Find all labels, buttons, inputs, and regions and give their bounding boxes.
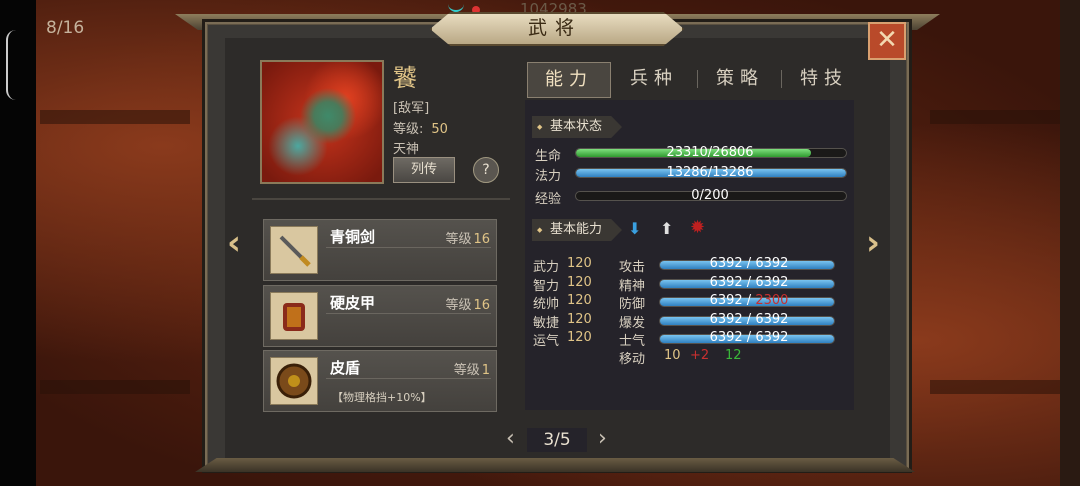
- tab-separator: [697, 70, 698, 88]
- next-hero-arrow-icon[interactable]: ›: [866, 226, 880, 260]
- combat-stat-value: 6392 / 6392: [709, 256, 789, 271]
- bg-stripe: [930, 380, 1070, 394]
- close-icon: ✕: [876, 25, 898, 55]
- mp-value: 13286/13286: [666, 165, 754, 180]
- bg-stripe: [40, 380, 190, 394]
- sword-icon: [270, 226, 318, 274]
- equipment-effect: 【物理格挡+10%】: [332, 391, 432, 404]
- frame-bottom-trim: [195, 458, 915, 472]
- hero-level-value: 50: [431, 122, 448, 137]
- tab-bar: 能力 兵种 策略 特技: [525, 62, 855, 98]
- divider: [252, 198, 510, 200]
- mp-label: 法力: [535, 169, 562, 184]
- hp-label: 生命: [535, 149, 562, 164]
- combat-stat-value: 6392 / 6392: [709, 330, 789, 345]
- attr-name: 智力: [533, 279, 560, 294]
- tab-troop-type[interactable]: 兵种: [613, 62, 695, 96]
- attr-name: 运气: [533, 334, 560, 349]
- close-button[interactable]: ✕: [868, 22, 906, 60]
- arrow-down-icon[interactable]: ⬇: [628, 219, 641, 238]
- combat-stat-value: 6392 / 6392: [709, 275, 789, 290]
- bg-stripe: [930, 110, 1070, 124]
- combat-stat-value: 6392 / 6392: [709, 312, 789, 327]
- basic-ability-header: 基本能力: [532, 219, 622, 241]
- attr-value: 120: [567, 312, 592, 327]
- equipment-level: 等级 1: [453, 363, 490, 378]
- screen-notch-edge: [0, 0, 36, 486]
- tab-strategy[interactable]: 策略: [699, 62, 781, 96]
- hero-level: 等级: 50: [393, 118, 448, 137]
- attr-value: 120: [567, 330, 592, 345]
- hero-portrait: [260, 60, 384, 184]
- pager-prev-icon[interactable]: ‹: [506, 426, 515, 451]
- combat-stat-value: 6392 / 2300: [709, 293, 789, 308]
- attr-value: 120: [567, 293, 592, 308]
- arrow-up-icon[interactable]: ⬆: [660, 219, 673, 238]
- bg-stripe: [40, 110, 190, 124]
- move-label: 移动: [619, 352, 646, 367]
- equipment-divider: [326, 378, 491, 379]
- attr-name: 敏捷: [533, 316, 560, 331]
- exp-value: 0/200: [691, 188, 729, 203]
- basic-status-header: 基本状态: [532, 116, 622, 138]
- attr-name: 统帅: [533, 297, 560, 312]
- exp-label: 经验: [535, 192, 562, 207]
- equipment-slot-shield[interactable]: 皮盾 等级 1 【物理格挡+10%】: [263, 350, 497, 412]
- hero-type: 天神: [393, 142, 420, 157]
- attr-value: 120: [567, 275, 592, 290]
- tab-ability[interactable]: 能力: [527, 62, 611, 98]
- shield-icon: [270, 357, 318, 405]
- equipment-slot-armor[interactable]: 硬皮甲 等级 16: [263, 285, 497, 347]
- page-counter: 8/16: [46, 18, 85, 38]
- hero-level-label: 等级:: [393, 122, 424, 137]
- combat-stat-name: 士气: [619, 334, 646, 349]
- red-emblem-icon[interactable]: ✹: [690, 217, 705, 238]
- equipment-divider: [326, 247, 491, 248]
- tab-special-skill[interactable]: 特技: [783, 62, 865, 96]
- move-total: 12: [725, 348, 742, 363]
- combat-stat-name: 攻击: [619, 260, 646, 275]
- bio-button[interactable]: 列传: [393, 157, 455, 183]
- prev-hero-arrow-icon[interactable]: ‹: [227, 226, 241, 260]
- combat-stat-name: 精神: [619, 279, 646, 294]
- equipment-slot-weapon[interactable]: 青铜剑 等级 16: [263, 219, 497, 281]
- screen-right-edge: [1060, 0, 1080, 486]
- equipment-divider: [326, 313, 491, 314]
- panel-title: 武将: [527, 17, 582, 39]
- pager-next-icon[interactable]: ›: [598, 426, 607, 451]
- combat-stat-name: 爆发: [619, 316, 646, 331]
- equipment-name: 青铜剑: [330, 228, 376, 246]
- hero-name: 饕: [393, 64, 417, 92]
- move-base: 10: [664, 348, 681, 363]
- tab-separator: [781, 70, 782, 88]
- attr-value: 120: [567, 256, 592, 271]
- equipment-name: 硬皮甲: [330, 294, 376, 312]
- pager-indicator: 3/5: [527, 428, 587, 452]
- hero-faction: [敌军]: [393, 101, 430, 116]
- equipment-level: 等级 16: [445, 232, 490, 247]
- hp-value: 23310/26806: [666, 145, 754, 160]
- help-button[interactable]: ?: [473, 157, 499, 183]
- attr-name: 武力: [533, 260, 560, 275]
- combat-stat-name: 防御: [619, 297, 646, 312]
- equipment-level: 等级 16: [445, 298, 490, 313]
- equipment-name: 皮盾: [330, 359, 361, 377]
- armor-icon: [270, 292, 318, 340]
- move-bonus: +2: [690, 348, 710, 363]
